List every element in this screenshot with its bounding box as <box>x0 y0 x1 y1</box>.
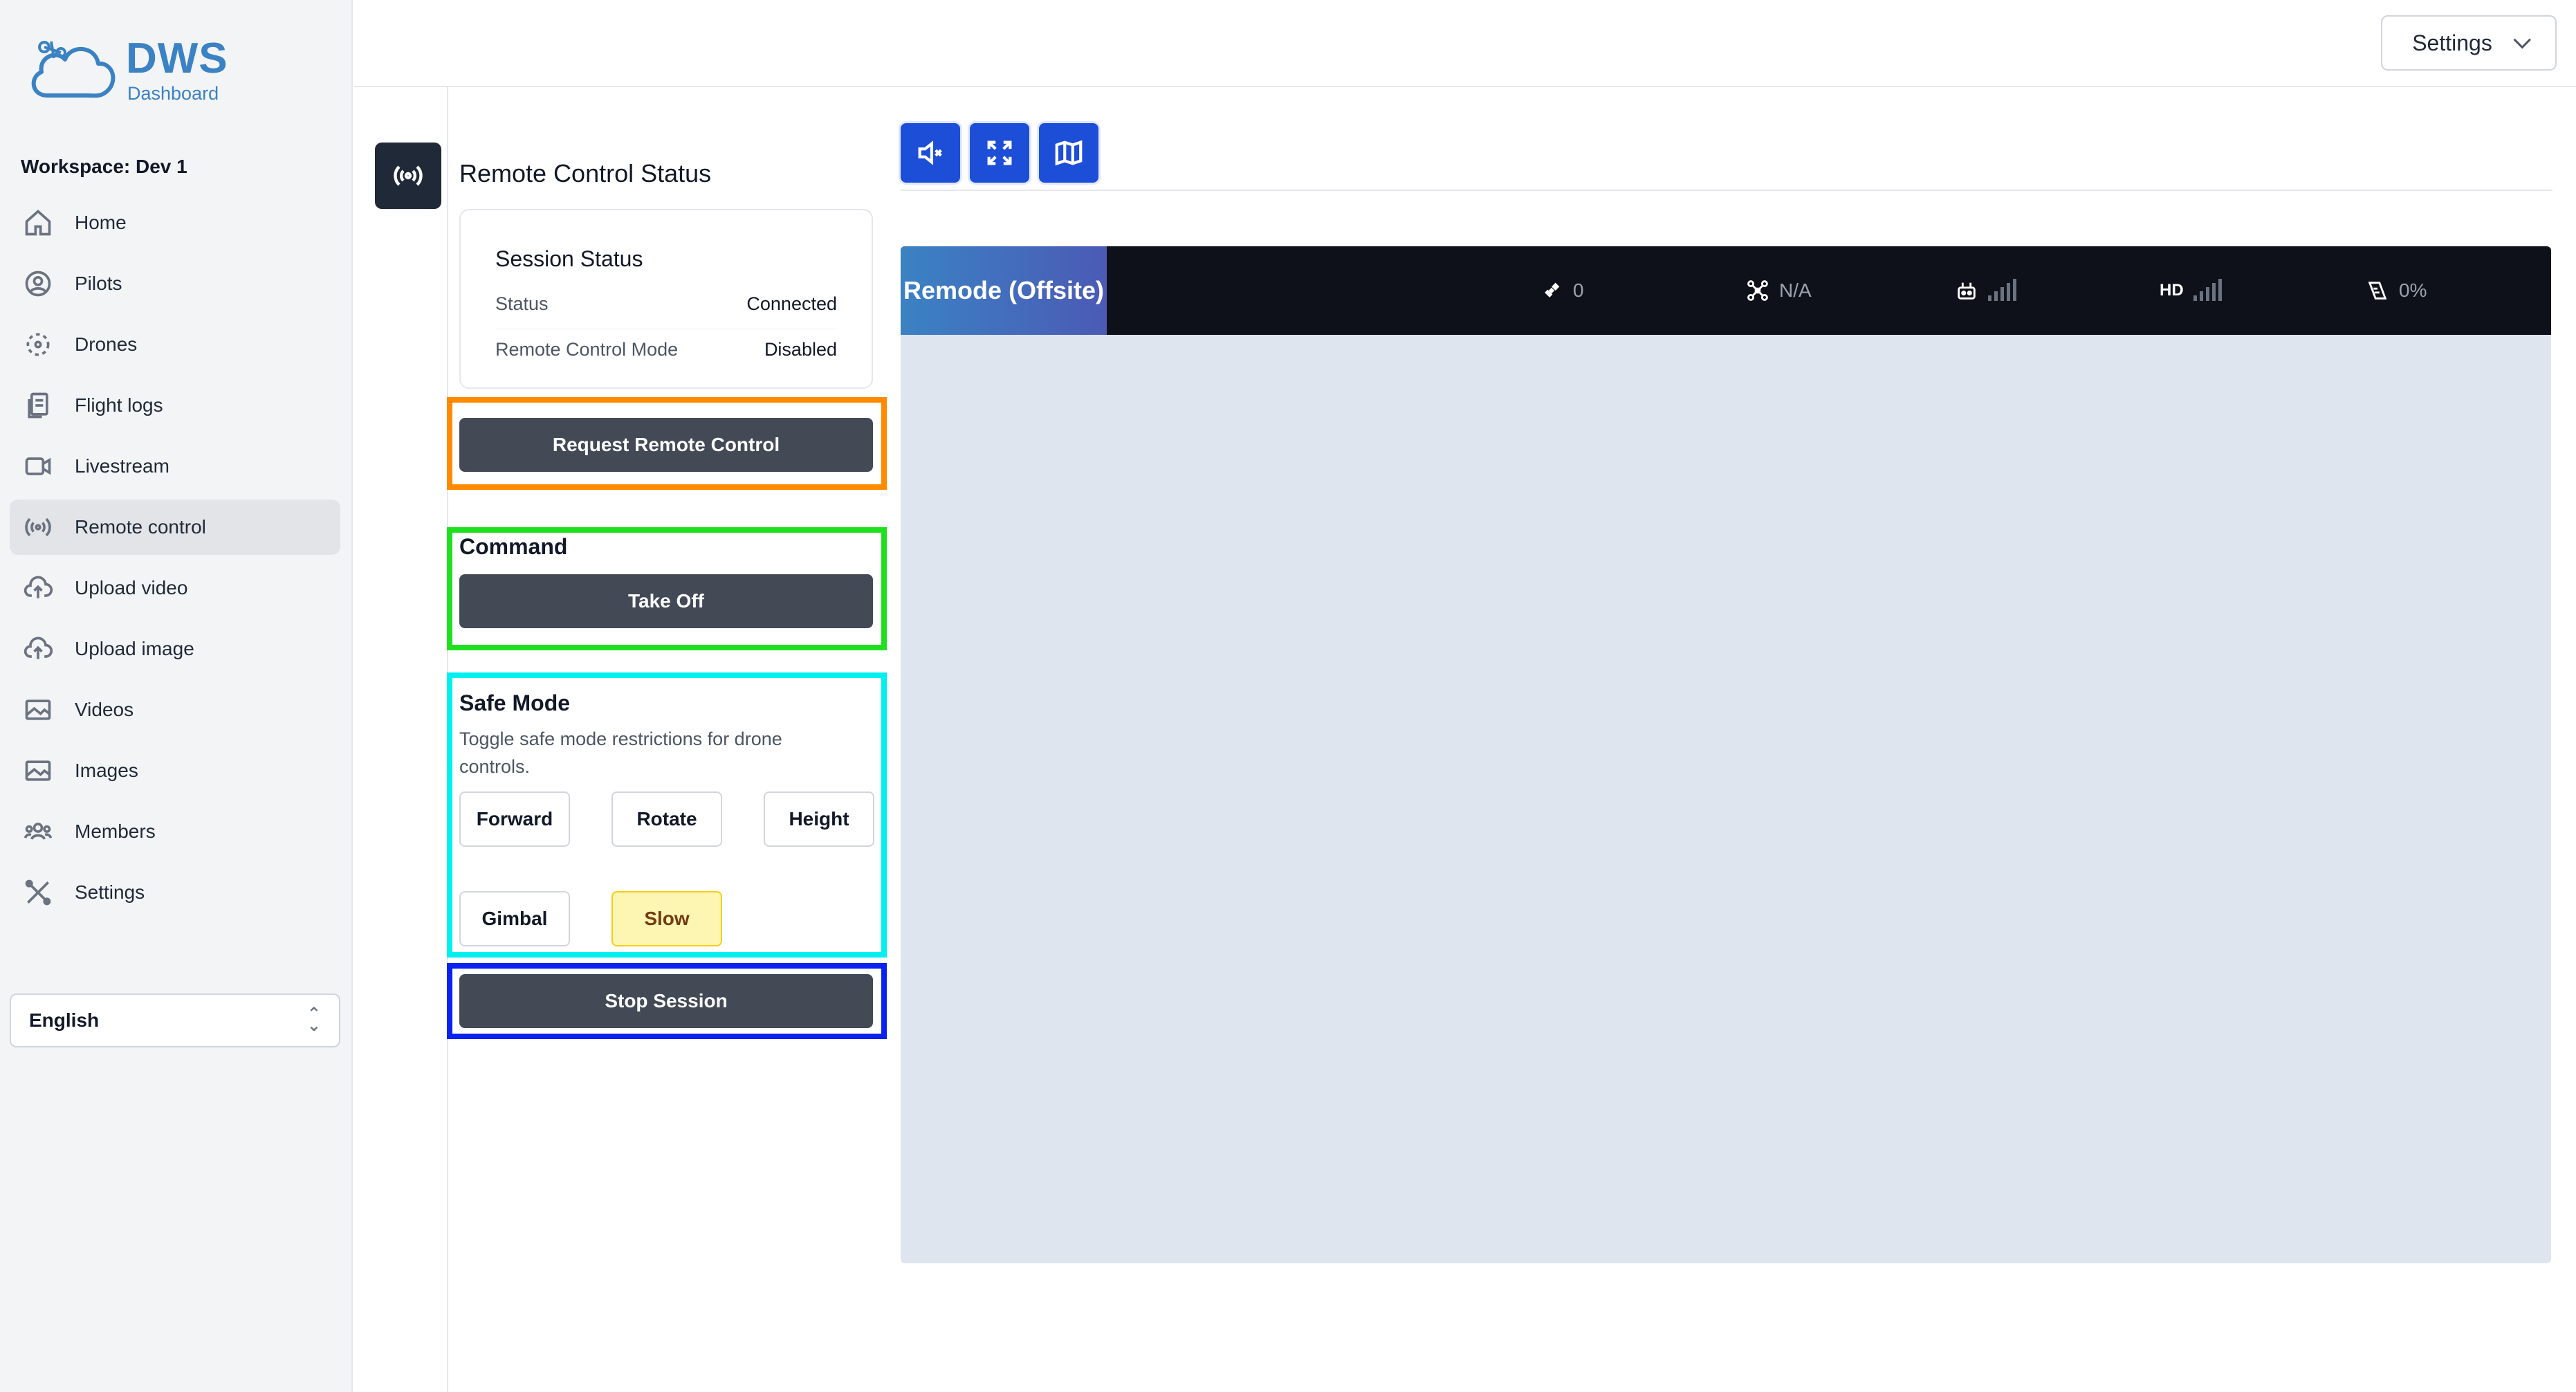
remote-control-mode-value: Disabled <box>764 339 837 360</box>
safe-mode-forward-button[interactable]: Forward <box>459 791 570 847</box>
sidebar-item-upload-image[interactable]: Upload image <box>10 621 340 677</box>
sidebar-nav: Home Pilots Drones Flight logs Livestrea… <box>10 195 340 926</box>
broadcast-icon <box>22 511 54 543</box>
sidebar-item-label: Drones <box>75 333 138 355</box>
status-label: Status <box>495 293 549 314</box>
sidebar-item-upload-video[interactable]: Upload video <box>10 560 340 616</box>
remote-signal-bars-icon <box>1988 279 2016 301</box>
safe-mode-title: Safe Mode <box>459 690 571 715</box>
sidebar: DWS Dashboard Workspace: Dev 1 Home Pilo… <box>0 0 353 1392</box>
status-value: Connected <box>746 293 837 314</box>
sidebar-item-label: Upload image <box>75 638 194 659</box>
settings-label: Settings <box>2412 30 2492 55</box>
chevron-up-down-icon: ⌃ ⌄ <box>306 1005 321 1035</box>
panel-title: Remote Control Status <box>459 159 712 187</box>
sidebar-item-home[interactable]: Home <box>10 195 340 250</box>
remote-control-mode-row: Remote Control Mode Disabled <box>495 339 837 360</box>
image-icon <box>22 694 54 726</box>
logo-subtitle: Dashboard <box>127 82 219 104</box>
sidebar-item-videos[interactable]: Videos <box>10 682 340 738</box>
top-bar: Settings <box>354 0 2576 87</box>
users-icon <box>22 816 54 848</box>
session-status-title: Session Status <box>495 246 643 271</box>
video-toolbar <box>901 123 1098 183</box>
sidebar-item-members[interactable]: Members <box>10 804 340 859</box>
sidebar-item-label: Home <box>75 212 127 233</box>
device-name-badge: Remode (Offsite) <box>901 246 1107 335</box>
status-row: Status Connected <box>495 293 837 329</box>
sidebar-item-remote-control[interactable]: Remote control <box>10 500 340 555</box>
sidebar-item-label: Remote control <box>75 516 206 538</box>
sidebar-item-livestream[interactable]: Livestream <box>10 439 340 494</box>
app-logo[interactable]: DWS Dashboard <box>26 32 228 108</box>
drone-icon <box>1747 280 1768 301</box>
settings-dropdown-button[interactable]: Settings <box>2381 15 2557 71</box>
home-icon <box>22 207 54 239</box>
safe-mode-gimbal-button[interactable]: Gimbal <box>459 891 570 946</box>
language-value: English <box>29 1009 100 1031</box>
chevron-down-icon <box>2513 31 2531 49</box>
fullscreen-icon <box>987 140 1012 165</box>
stop-session-button[interactable]: Stop Session <box>459 974 873 1028</box>
video-status-bar: Remode (Offsite) 0 N/A HD 0% <box>901 246 2551 335</box>
sidebar-item-label: Upload video <box>75 577 188 598</box>
session-status-card: Session Status Status Connected Remote C… <box>459 209 873 389</box>
sidebar-item-flight-logs[interactable]: Flight logs <box>10 378 340 433</box>
broadcast-icon <box>394 165 423 186</box>
logo-title: DWS <box>126 34 228 82</box>
safe-mode-height-button[interactable]: Height <box>764 791 874 847</box>
sidebar-item-settings[interactable]: Settings <box>10 865 340 920</box>
remote-control-tab[interactable] <box>375 143 441 209</box>
language-select[interactable]: English ⌃ ⌄ <box>10 993 340 1047</box>
drone-status-value: N/A <box>1779 280 1812 301</box>
hd-signal-stat: HD <box>2160 246 2222 335</box>
battery-icon <box>2368 282 2387 300</box>
satellite-count: 0 <box>1573 280 1584 301</box>
sidebar-item-pilots[interactable]: Pilots <box>10 256 340 311</box>
user-circle-icon <box>22 268 54 300</box>
document-icon <box>22 390 54 421</box>
video-camera-icon <box>22 450 54 482</box>
mute-icon <box>918 140 942 165</box>
sidebar-item-label: Flight logs <box>75 394 163 416</box>
drone-stat: N/A <box>1746 246 1812 335</box>
hd-signal-bars-icon <box>2193 279 2222 301</box>
fullscreen-button[interactable] <box>970 123 1029 183</box>
map-icon <box>1055 140 1083 166</box>
safe-mode-description: Toggle safe mode restrictions for drone … <box>459 729 782 777</box>
workspace-label: Workspace: Dev 1 <box>21 156 187 177</box>
sidebar-item-label: Pilots <box>75 273 122 294</box>
cloud-drone-logo-icon <box>31 41 116 98</box>
sidebar-item-label: Livestream <box>75 455 169 477</box>
mute-button[interactable] <box>901 123 960 183</box>
take-off-button[interactable]: Take Off <box>459 574 873 628</box>
sidebar-item-label: Videos <box>75 699 134 720</box>
sidebar-item-label: Images <box>75 760 138 781</box>
image-icon <box>22 755 54 787</box>
map-button[interactable] <box>1039 123 1098 183</box>
satellite-stat: 0 <box>1540 246 1584 335</box>
drone-icon <box>22 329 54 360</box>
remote-control-mode-label: Remote Control Mode <box>495 339 679 360</box>
safe-mode-slow-button[interactable]: Slow <box>611 891 722 946</box>
tools-icon <box>22 877 54 908</box>
remote-controller-icon <box>1958 282 1976 300</box>
remote-signal-stat <box>1955 246 2016 335</box>
request-remote-control-button[interactable]: Request Remote Control <box>459 418 873 472</box>
toolbar-divider <box>901 190 2552 191</box>
sidebar-item-images[interactable]: Images <box>10 743 340 798</box>
cloud-upload-icon <box>22 572 54 604</box>
sidebar-item-label: Settings <box>75 881 145 903</box>
battery-value: 0% <box>2399 280 2427 301</box>
sidebar-item-label: Members <box>75 821 156 842</box>
cloud-upload-icon <box>22 633 54 665</box>
satellite-icon <box>1545 282 1560 297</box>
sidebar-item-drones[interactable]: Drones <box>10 317 340 372</box>
battery-stat: 0% <box>2366 246 2427 335</box>
hd-label: HD <box>2160 281 2184 300</box>
safe-mode-rotate-button[interactable]: Rotate <box>611 791 722 847</box>
video-panel[interactable]: Remode (Offsite) 0 N/A HD 0% <box>901 246 2551 1263</box>
command-label: Command <box>459 534 568 559</box>
